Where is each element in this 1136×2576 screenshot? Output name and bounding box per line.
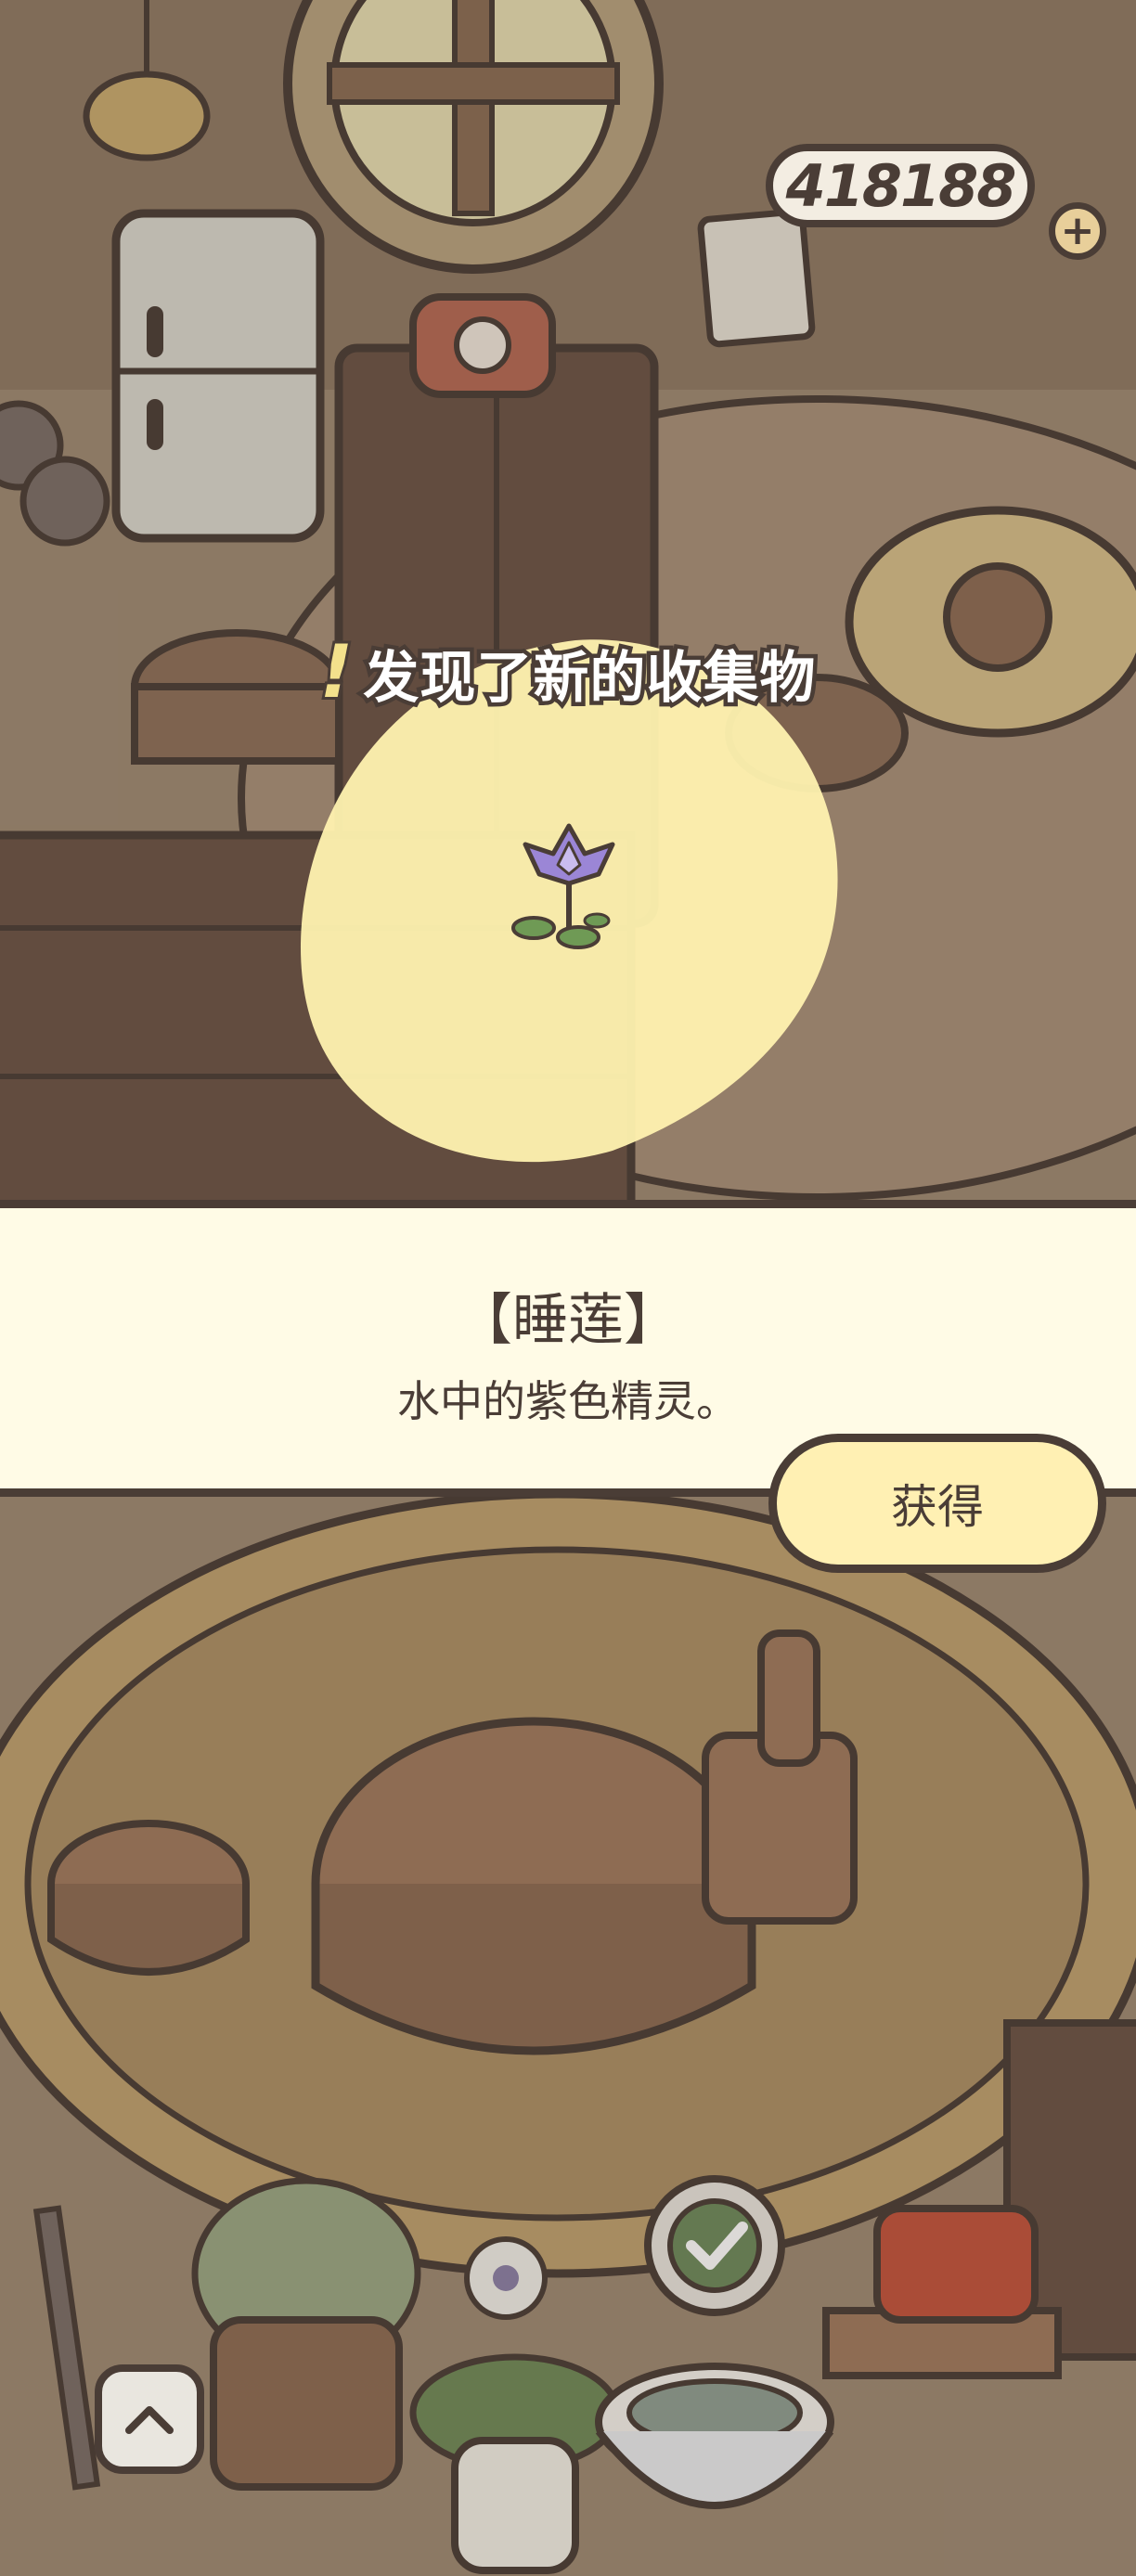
clover-count-value: 418188 xyxy=(785,151,1017,220)
item-name: 【睡莲】 xyxy=(457,1288,679,1353)
discovery-banner: ! 发现了新的收集物 xyxy=(0,628,1136,717)
discovery-title: 发现了新的收集物 xyxy=(359,641,820,715)
obtain-button[interactable]: 获得 xyxy=(768,1434,1106,1573)
exclamation-icon: ! xyxy=(317,628,356,717)
expand-menu-button[interactable] xyxy=(95,2364,204,2474)
chevron-up-icon xyxy=(125,2406,174,2434)
add-clover-button[interactable]: + xyxy=(1049,202,1106,260)
water-lily-icon xyxy=(506,817,626,956)
clover-counter: 418188 xyxy=(766,144,1035,227)
item-description: 水中的紫色精灵。 xyxy=(397,1376,739,1426)
